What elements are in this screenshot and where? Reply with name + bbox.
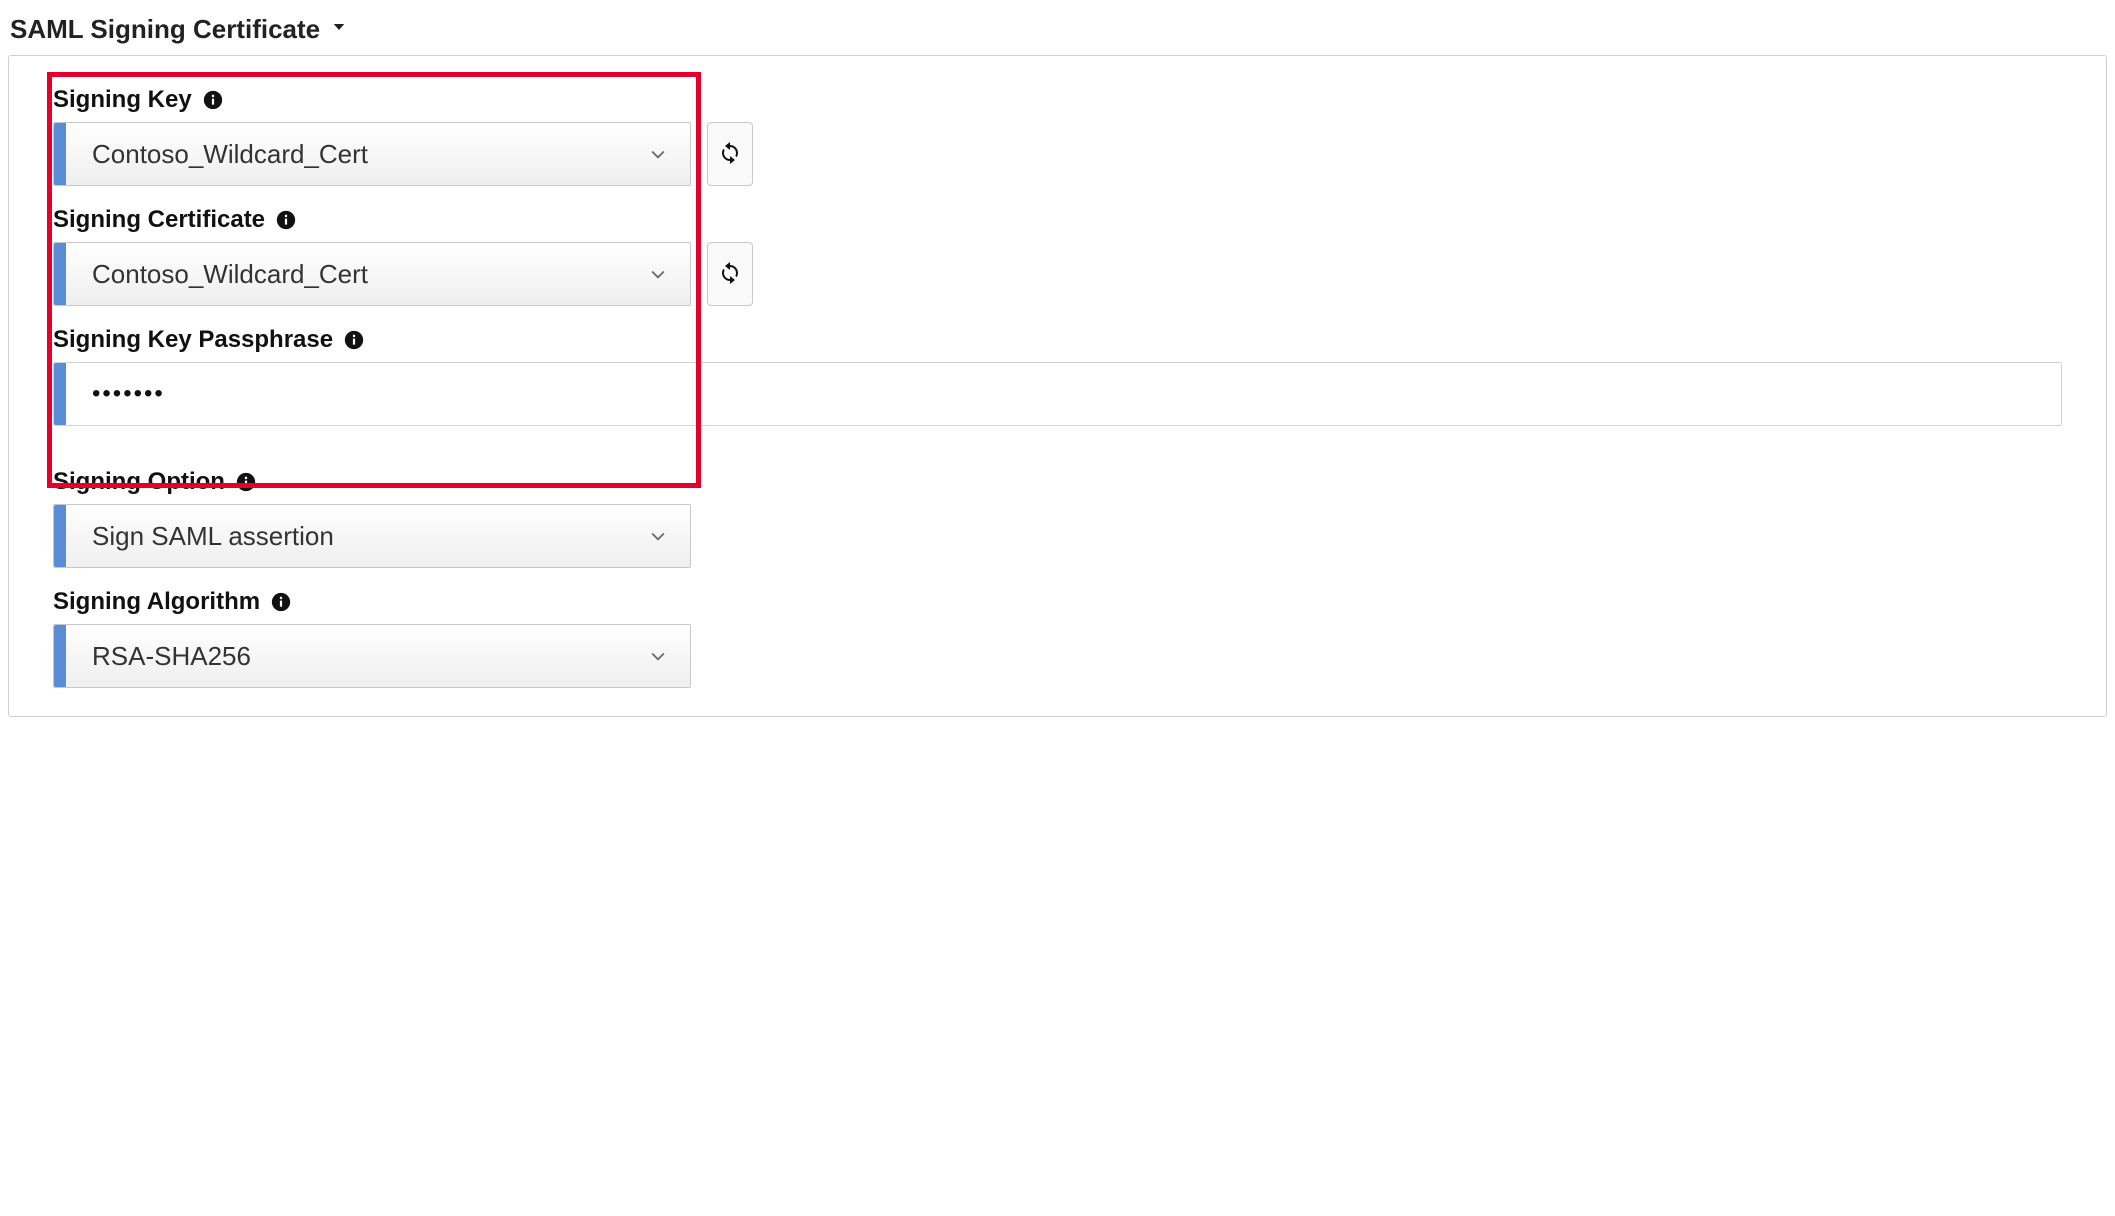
info-icon[interactable] [343,329,365,351]
signing-certificate-select[interactable]: Contoso_Wildcard_Cert [53,242,691,306]
chevron-down-icon [648,144,690,164]
signing-option-label: Signing Option [53,468,225,496]
signing-certificate-refresh-button[interactable] [707,242,753,306]
signing-key-passphrase-input[interactable] [66,380,2061,408]
blue-indicator-bar [54,625,66,687]
section-header[interactable]: SAML Signing Certificate [8,8,2107,55]
chevron-down-icon [648,526,690,546]
info-icon[interactable] [235,471,257,493]
signing-algorithm-select[interactable]: RSA-SHA256 [53,624,691,688]
signing-key-passphrase-input-wrapper [53,362,2062,426]
signing-algorithm-label: Signing Algorithm [53,588,260,616]
saml-signing-panel: Signing Key Contoso_Wildcard_Cert Sign [8,55,2107,717]
field-signing-option: Signing Option Sign SAML assertion [53,468,2062,568]
info-icon[interactable] [202,89,224,111]
field-signing-key-passphrase: Signing Key Passphrase [53,326,2062,426]
section-title: SAML Signing Certificate [10,14,320,45]
signing-key-refresh-button[interactable] [707,122,753,186]
chevron-down-icon [648,264,690,284]
blue-indicator-bar [54,363,66,425]
signing-option-select[interactable]: Sign SAML assertion [53,504,691,568]
refresh-icon [718,260,742,289]
blue-indicator-bar [54,505,66,567]
info-icon[interactable] [275,209,297,231]
field-signing-key: Signing Key Contoso_Wildcard_Cert [53,86,2062,186]
signing-algorithm-value: RSA-SHA256 [66,641,648,672]
signing-key-label: Signing Key [53,86,192,114]
signing-certificate-value: Contoso_Wildcard_Cert [66,259,648,290]
field-signing-algorithm: Signing Algorithm RSA-SHA256 [53,588,2062,688]
field-signing-certificate: Signing Certificate Contoso_Wildcard_Cer… [53,206,2062,306]
caret-down-icon [330,18,348,41]
signing-key-value: Contoso_Wildcard_Cert [66,139,648,170]
signing-certificate-label: Signing Certificate [53,206,265,234]
info-icon[interactable] [270,591,292,613]
signing-key-select[interactable]: Contoso_Wildcard_Cert [53,122,691,186]
blue-indicator-bar [54,123,66,185]
signing-option-value: Sign SAML assertion [66,521,648,552]
blue-indicator-bar [54,243,66,305]
signing-key-passphrase-label: Signing Key Passphrase [53,326,333,354]
refresh-icon [718,140,742,169]
chevron-down-icon [648,646,690,666]
